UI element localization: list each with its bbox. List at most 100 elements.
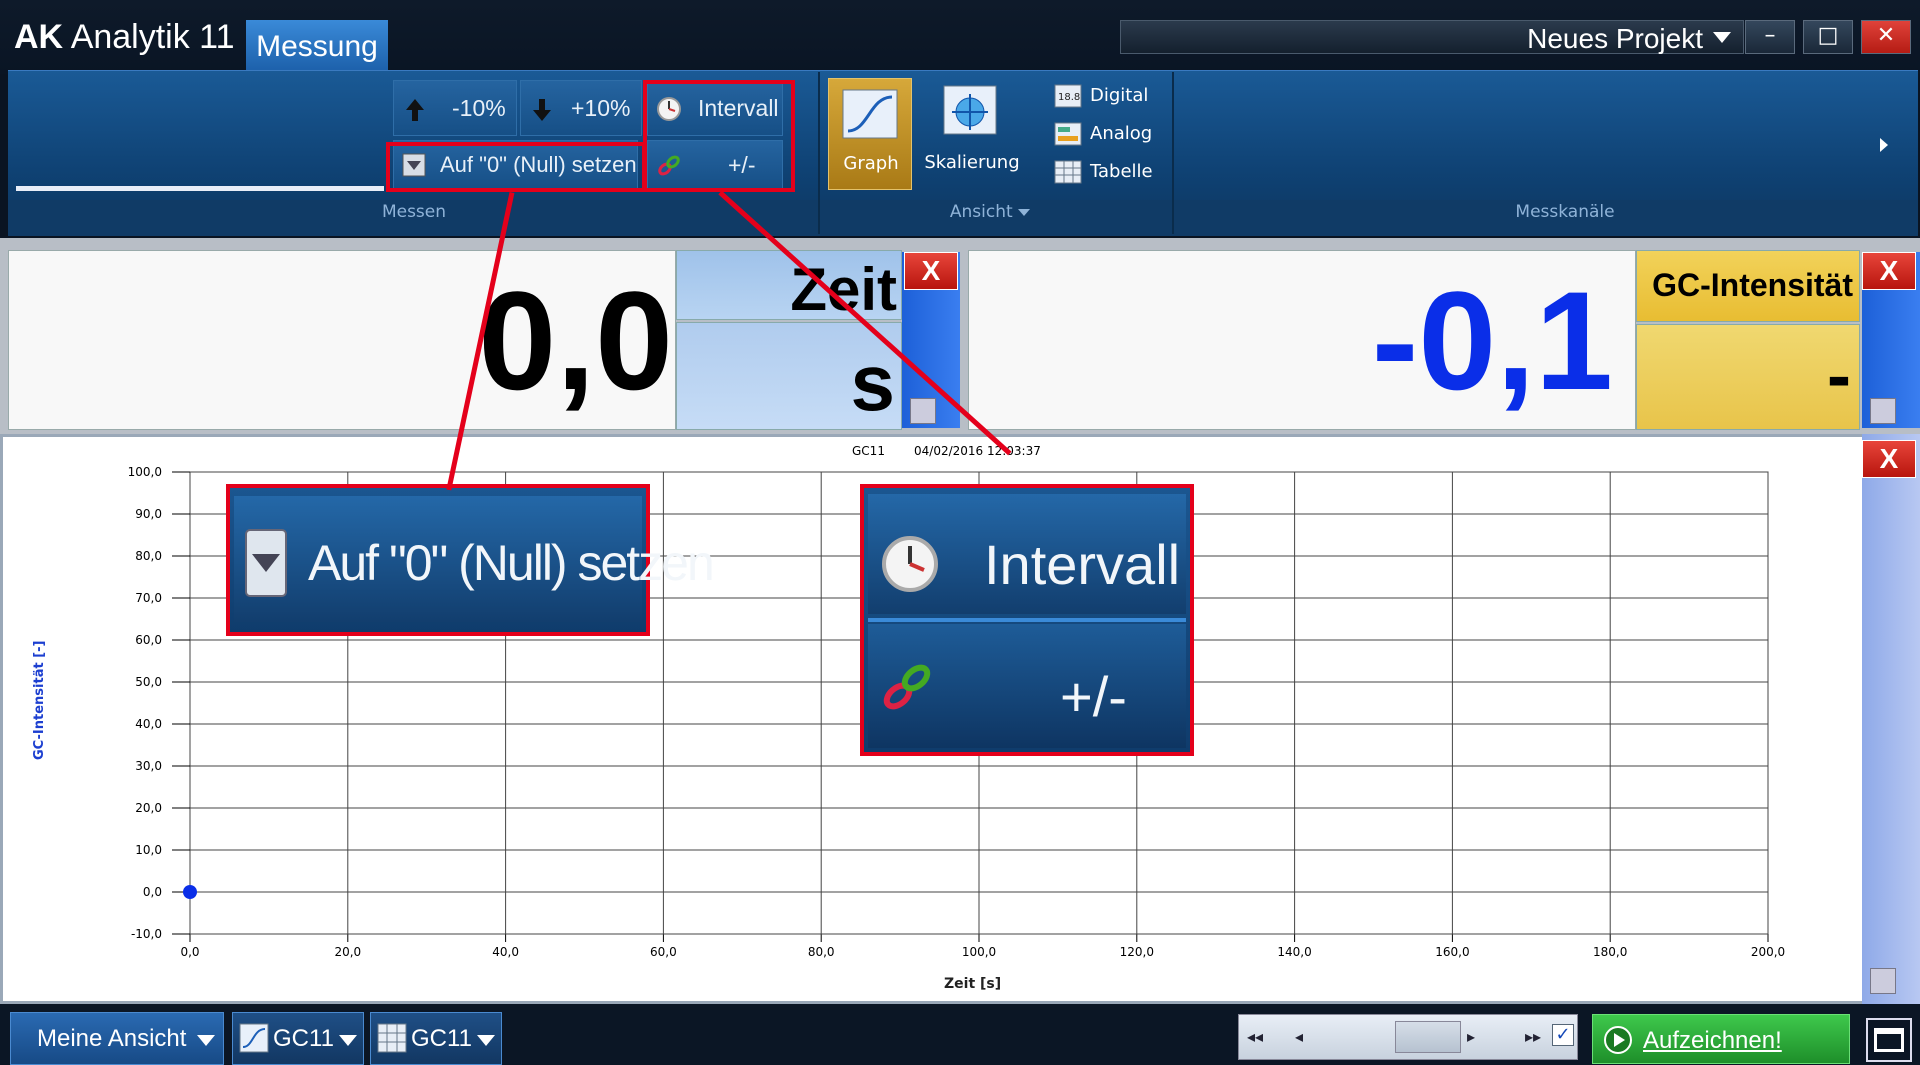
y-axis-label: GC-Intensität [-] [32,640,47,760]
x-tick-label: 120,0 [1120,945,1154,959]
table-label: Tabelle [1090,161,1153,182]
y-tick-label: 90,0 [135,507,162,521]
x-tick-label: 80,0 [808,945,835,959]
tab-messung[interactable]: Messung [246,20,388,74]
minimize-button[interactable]: – [1745,20,1795,54]
x-tick-label: 200,0 [1751,945,1785,959]
plus-10-label: +10% [571,95,631,121]
last-page-icon[interactable]: ▸▸ [1525,1027,1541,1046]
analog-icon [1054,122,1082,146]
zoom-set-zero-label: Auf "0" (Null) setzen [308,535,715,591]
scaling-icon [943,85,997,135]
x-tick-label: 40,0 [492,945,519,959]
intensity-unit: - [1827,336,1851,416]
time-unit-box: s [676,322,902,430]
clipboard-icon[interactable] [1870,968,1896,994]
zero-icon [245,529,287,597]
autoscroll-checkbox[interactable]: ✓ [1552,1024,1574,1046]
svg-text:18.8: 18.8 [1058,92,1080,103]
graph-label: Graph [843,153,899,174]
record-button[interactable]: Aufzeichnen! [1592,1014,1850,1064]
x-axis-label: Zeit [s] [944,976,1002,992]
group-label-messkanaele: Messkanäle [1515,202,1615,222]
intensity-value-box: -0,1 [968,250,1636,430]
zoom-interval-label: Intervall [984,533,1181,596]
close-time-display-button[interactable]: X [904,252,958,290]
channel-chip-table[interactable]: GC11 [370,1012,502,1065]
graph-icon [842,89,898,139]
y-tick-label: 30,0 [135,759,162,773]
minus-10-button[interactable]: -10% [393,80,517,136]
close-window-button[interactable]: ✕ [1861,20,1911,54]
y-tick-label: 70,0 [135,591,162,605]
digital-view-button[interactable]: 18.8 Digital [1052,82,1182,112]
maximize-button[interactable]: □ [1803,20,1853,54]
time-value: 0,0 [478,262,673,419]
chevron-down-icon [1713,32,1731,43]
intensity-name-box: GC-Intensität [1636,250,1860,322]
chevron-down-icon [477,1035,495,1046]
plus-10-button[interactable]: +10% [520,80,642,136]
time-scrollbar[interactable]: ◂◂ ◂ ▸ ▸▸ [1238,1014,1578,1060]
project-selector[interactable]: Neues Projekt [1120,20,1744,54]
chevron-down-icon [197,1035,215,1046]
first-page-icon[interactable]: ◂◂ [1247,1027,1263,1046]
zoom-callout-set-zero: Auf "0" (Null) setzen [226,484,715,636]
analog-view-button[interactable]: Analog [1052,120,1182,150]
graph-sidebar [1862,434,1920,1004]
highlight-interval-group [643,80,795,192]
link-icon [883,664,931,710]
chip1-label: GC11 [273,1025,334,1052]
play-icon [1604,1026,1632,1054]
x-tick-label: 180,0 [1593,945,1627,959]
progress-line [16,186,384,191]
time-value-box: 0,0 [8,250,676,430]
ribbon-scroll-right-icon[interactable] [1880,138,1888,152]
graph-icon [239,1023,269,1053]
x-tick-label: 0,0 [180,945,199,959]
x-tick-label: 140,0 [1277,945,1311,959]
clipboard-icon[interactable] [1870,398,1896,424]
chevron-down-icon [339,1035,357,1046]
y-tick-label: 0,0 [143,885,162,899]
digital-label: Digital [1090,85,1149,106]
prev-page-icon[interactable]: ◂ [1295,1027,1303,1046]
next-page-icon[interactable]: ▸ [1467,1027,1475,1046]
table-icon [1054,160,1082,184]
x-tick-label: 160,0 [1435,945,1469,959]
intensity-value: -0,1 [1371,262,1613,419]
group-label-ansicht[interactable]: Ansicht [900,202,1080,222]
scaling-label: Skalierung [924,152,1020,173]
chevron-down-icon [1018,208,1031,216]
view-label: Meine Ansicht [37,1025,187,1052]
group-label-messen: Messen [381,202,447,222]
group-ansicht-text: Ansicht [949,202,1013,222]
chip2-label: GC11 [411,1025,472,1052]
y-tick-label: 10,0 [135,843,162,857]
close-intensity-display-button[interactable]: X [1862,252,1916,290]
view-selector[interactable]: Meine Ansicht [10,1012,224,1065]
app-title: AK Analytik 11 [14,18,235,56]
fullscreen-icon[interactable] [1866,1018,1912,1062]
clipboard-icon[interactable] [910,398,936,424]
highlight-set-zero [386,142,646,192]
y-tick-label: 80,0 [135,549,162,563]
digital-icon: 18.8 [1054,84,1082,108]
close-graph-button[interactable]: X [1862,440,1916,478]
time-name: Zeit [790,256,897,323]
scaling-button[interactable]: Skalierung [920,78,1024,190]
x-tick-label: 60,0 [650,945,677,959]
graph-view-button[interactable]: Graph [828,78,912,190]
channel-chip-graph[interactable]: GC11 [232,1012,364,1065]
group-separator [818,72,820,234]
table-icon [377,1023,407,1053]
arrow-up-icon [406,99,424,121]
clock-icon [882,536,938,592]
arrow-down-icon [533,99,551,121]
table-view-button[interactable]: Tabelle [1052,158,1182,188]
scroll-thumb[interactable] [1395,1021,1461,1053]
intensity-name: GC-Intensität [1652,267,1853,303]
time-unit: s [850,338,896,427]
y-tick-label: 50,0 [135,675,162,689]
x-tick-label: 20,0 [334,945,361,959]
